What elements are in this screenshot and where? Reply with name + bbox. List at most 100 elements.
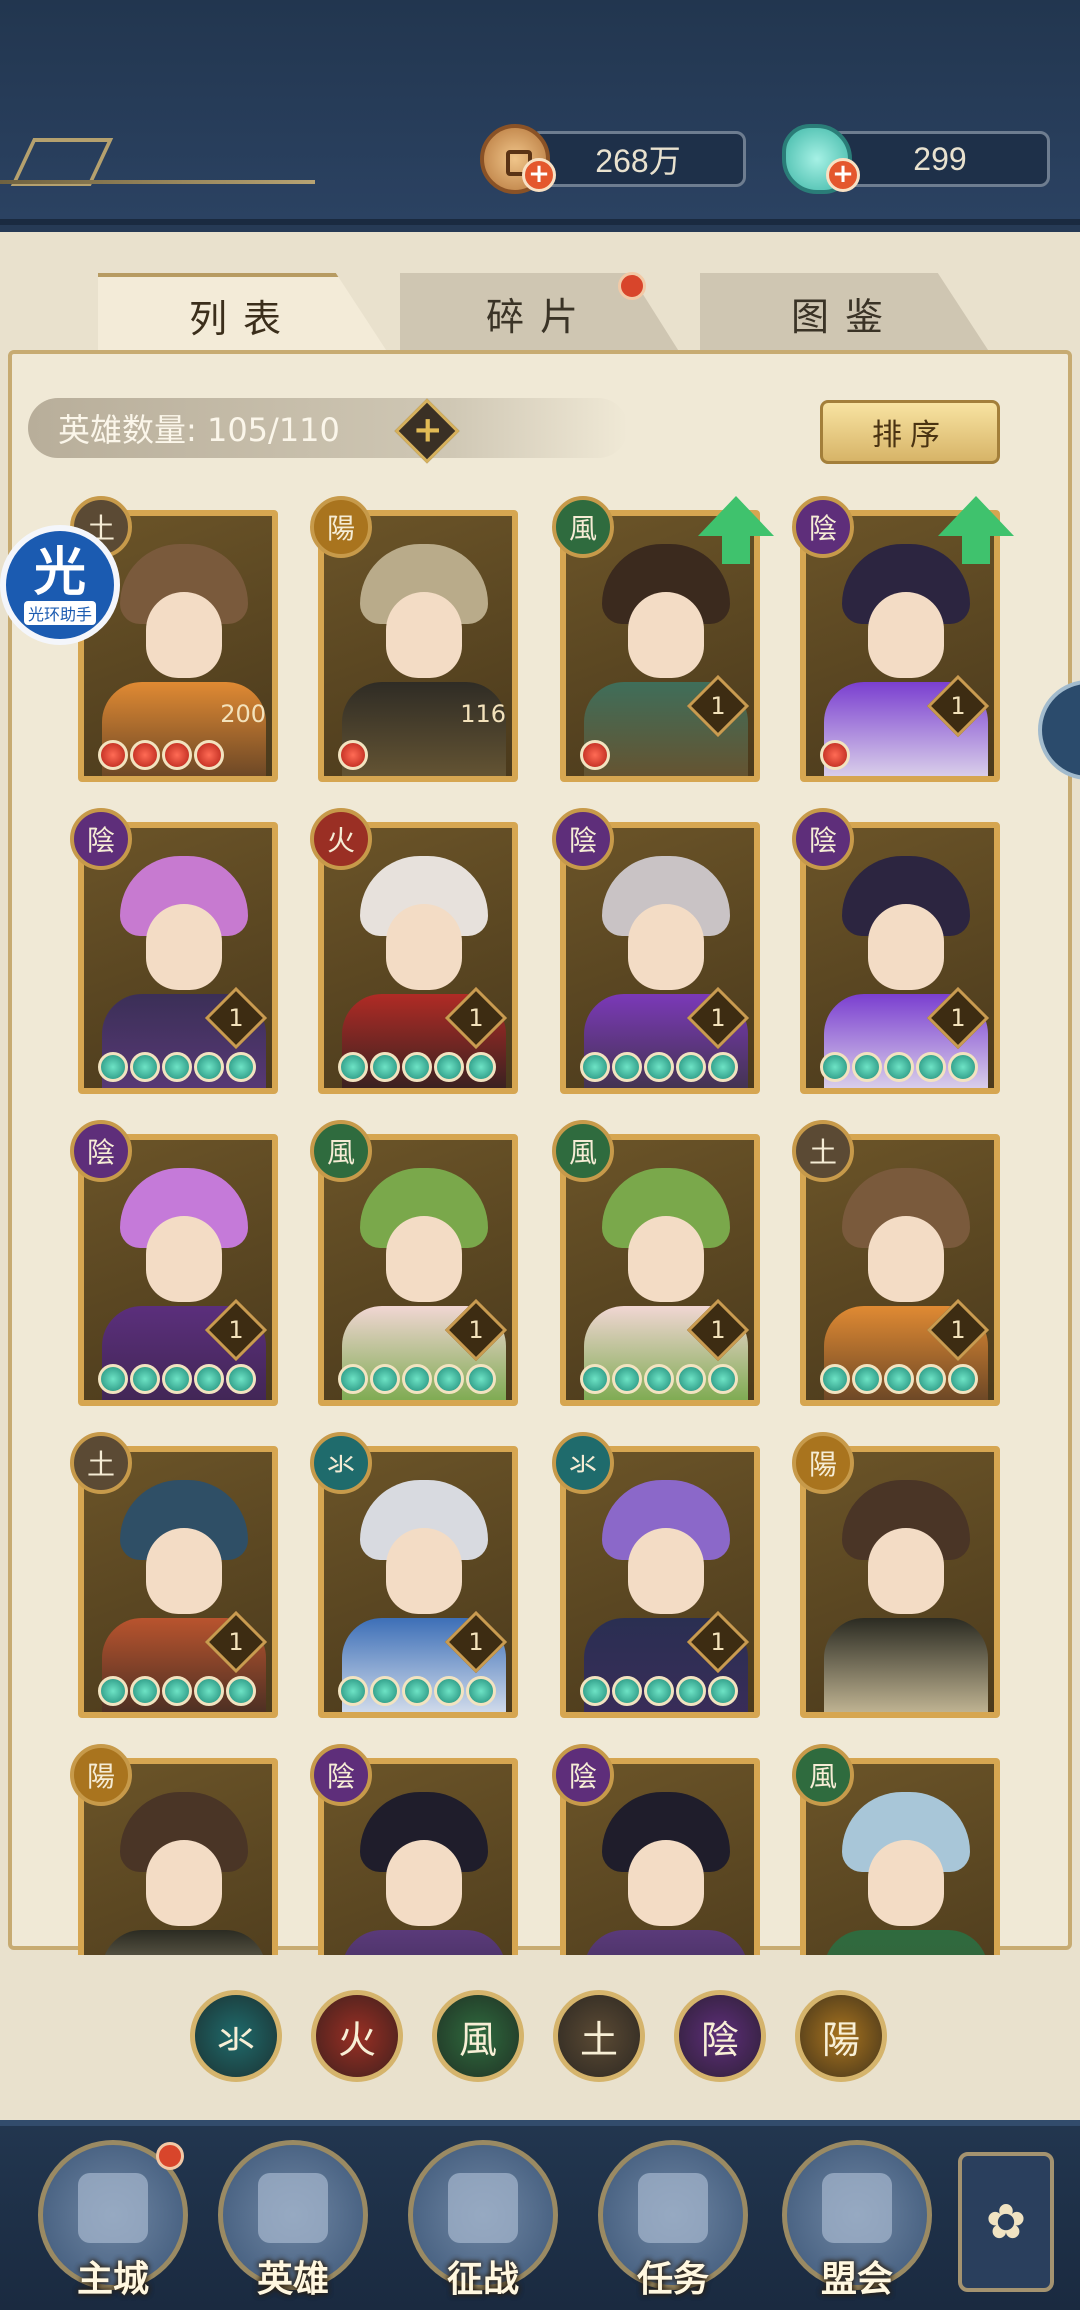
star-icon [338,740,368,770]
yang-element-icon: 陽 [792,1432,854,1494]
hero-body [824,1618,988,1712]
star-icon [226,1364,256,1394]
assistant-label: 光环助手 [23,601,96,625]
hero-body [102,1930,266,1955]
star-icon [676,1052,706,1082]
star-icon [98,1052,128,1082]
star-icon [434,1052,464,1082]
plus-icon: + [412,409,443,451]
star-icon [338,1676,368,1706]
title-ornament-icon [10,138,114,186]
element-filter-row: 氺火風土陰陽 [190,1990,890,2086]
earth-element-icon: 土 [792,1120,854,1182]
assistant-float-button[interactable]: 光 光环助手 [0,525,120,645]
filter-water-button[interactable]: 氺 [190,1990,282,2082]
hero-body [342,1930,506,1955]
hero-face [868,904,944,990]
star-icon [708,1052,738,1082]
star-icon [676,1676,706,1706]
filter-earth-button[interactable]: 土 [553,1990,645,2082]
yin-element-icon: 陰 [310,1744,372,1806]
star-icon [98,1676,128,1706]
hero-face [386,592,462,678]
yang-element-icon: 陽 [310,496,372,558]
star-icon [708,1676,738,1706]
star-icon [466,1676,496,1706]
star-icon [130,740,160,770]
upgrade-arrow-icon [698,496,774,536]
hero-stars [580,1052,738,1082]
star-icon [162,1364,192,1394]
star-icon [194,1052,224,1082]
hero-face [628,1528,704,1614]
hero-face [146,904,222,990]
castle-icon [78,2173,148,2243]
star-icon [130,1364,160,1394]
yin-element-icon: 陰 [792,808,854,870]
add-gems-button[interactable]: + [826,158,860,192]
hero-level: 1 [710,1316,726,1344]
hero-face [868,1528,944,1614]
star-icon [852,1052,882,1082]
yin-element-icon: 陰 [552,808,614,870]
star-icon [708,1364,738,1394]
wind-element-icon: 風 [792,1744,854,1806]
sort-button[interactable]: 排序 [820,400,1000,464]
filter-yin-button[interactable]: 陰 [674,1990,766,2082]
filter-wind-button[interactable]: 風 [432,1990,524,2082]
star-icon [948,1052,978,1082]
hero-level: 1 [710,692,726,720]
hero-stars [338,1052,496,1082]
hero-level: 1 [950,692,966,720]
hero-level: 116 [460,700,506,728]
filter-fire-button[interactable]: 火 [311,1990,403,2082]
hero-stars [338,1364,496,1394]
star-icon [434,1364,464,1394]
star-icon [820,740,850,770]
wind-element-icon: 風 [310,1120,372,1182]
star-icon [338,1052,368,1082]
tab-codex-label: 图鉴 [790,294,899,339]
star-icon [612,1676,642,1706]
star-icon [162,740,192,770]
nav-label: 盟会 [820,2259,893,2300]
upgrade-arrow-stem [962,534,990,564]
star-icon [370,1052,400,1082]
star-icon [402,1052,432,1082]
star-icon [580,1364,610,1394]
star-icon [130,1052,160,1082]
fire-element-icon: 火 [310,808,372,870]
hero-face [386,1840,462,1926]
star-icon [916,1364,946,1394]
hero-level: 1 [950,1004,966,1032]
hero-level: 200 [220,700,266,728]
yin-element-icon: 陰 [70,808,132,870]
star-icon [466,1364,496,1394]
tab-list-label: 列表 [188,296,297,341]
star-icon [676,1364,706,1394]
yin-element-icon: 陰 [792,496,854,558]
hero-face [386,1528,462,1614]
notification-dot [156,2142,184,2170]
wind-element-icon: 風 [552,1120,614,1182]
star-icon [884,1052,914,1082]
hero-face [868,592,944,678]
hero-stars [338,740,368,770]
more-menu-button[interactable]: ✿ [958,2152,1054,2292]
yin-element-icon: 陰 [70,1120,132,1182]
hero-stars [98,1364,256,1394]
nav-label: 英雄 [256,2259,329,2300]
sort-button-label: 排序 [872,418,948,453]
hero-face [146,1528,222,1614]
hero-face [628,904,704,990]
filter-yang-button[interactable]: 陽 [795,1990,887,2082]
star-icon [162,1676,192,1706]
hero-face [868,1216,944,1302]
hero-stars [580,740,610,770]
water-element-icon: 氺 [552,1432,614,1494]
hero-stars [580,1676,738,1706]
hero-level: 1 [710,1628,726,1656]
add-coins-button[interactable]: + [522,158,556,192]
scroll-icon [638,2173,708,2243]
hero-count-label: 英雄数量: 105/110 [58,411,340,449]
